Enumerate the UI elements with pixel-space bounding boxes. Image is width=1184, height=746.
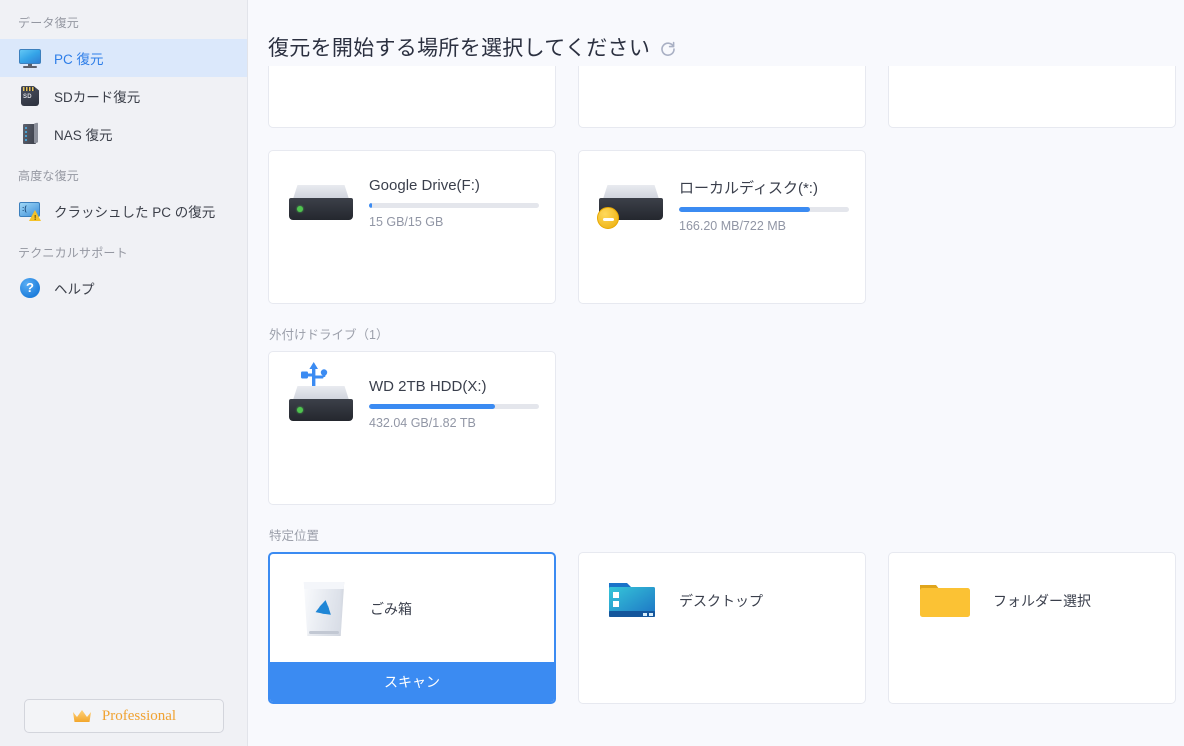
location-card-select-folder[interactable]: フォルダー選択 [888,552,1176,704]
drive-size-text: 15 GB/15 GB [369,215,444,229]
sidebar-group-label-support: テクニカルサポート [18,246,128,260]
location-label: デスクトップ [679,593,763,609]
hard-drive-icon [597,183,663,229]
drive-name: ローカルディスク(*:) [679,180,818,197]
sidebar-item-label: SDカード復元 [54,90,141,105]
sidebar-item-sd-card-recovery[interactable]: SD SDカード復元 [0,77,247,115]
sidebar-group-label-data-recovery: データ復元 [18,16,80,30]
drive-card-samsung-870-qvo[interactable]: SAMSUNG 870 QV⋯ 861.69 GB/931.50 GB [888,66,1176,128]
professional-upgrade-button[interactable]: Professional [24,699,224,733]
page-title: 復元を開始する場所を選択してください [268,37,651,60]
drive-card-local-disk[interactable]: ローカルディスク(*:) 166.20 MB/722 MB [578,150,866,304]
sidebar-item-label: クラッシュした PC の復元 [54,205,216,220]
location-card-desktop[interactable]: デスクトップ [578,552,866,704]
drive-name: WD 2TB HDD(X:) [369,378,487,395]
usb-hard-drive-icon [289,362,353,428]
monitor-icon [18,46,42,70]
folder-icon [917,579,973,623]
sidebar-item-label: NAS 復元 [54,128,113,143]
desktop-folder-icon [607,579,659,623]
refresh-icon[interactable] [659,40,677,58]
drive-card-google-drive-f[interactable]: Google Drive(F:) 15 GB/15 GB [268,150,556,304]
drive-name: Google Drive(F:) [369,177,480,194]
drive-card-wd-2tb-hdd-x[interactable]: WD 2TB HDD(X:) 432.04 GB/1.82 TB [268,351,556,505]
drive-card-windows-c[interactable]: Windows(C:) 234.34 GB/475.96 GB [268,66,556,128]
sidebar-item-help[interactable]: ? ヘルプ [0,269,247,307]
nas-server-icon [18,122,42,146]
recycle-bin-icon [298,580,350,638]
app-root: データ復元 PC 復元 SD SDカード復元 NAS 復元 高度な復元 :(!… [0,0,1184,746]
drive-usage-bar [679,207,849,212]
external-drive-grid: WD 2TB HDD(X:) 432.04 GB/1.82 TB [268,351,1184,505]
specific-location-section-label: 特定位置 [269,529,320,543]
specific-location-grid: ごみ箱 スキャン デスクトップ フォルダー選択 [268,552,1184,704]
drive-scroll-area[interactable]: Windows(C:) 234.34 GB/475.96 GB [248,66,1184,746]
main-content: 復元を開始する場所を選択してください Google Drive(F:) 15 G… [248,0,1184,746]
drive-card-crucial-mx500-d[interactable]: crucial MX500(D:) 669.14 GB/931.51 GB [578,66,866,128]
local-drive-grid: Windows(C:) 234.34 GB/475.96 GB [268,66,1184,304]
crown-icon [72,709,92,723]
scan-button[interactable]: スキャン [270,662,554,702]
location-label: フォルダー選択 [993,593,1091,609]
professional-label: Professional [101,707,177,724]
help-circle-icon: ? [18,276,42,300]
sidebar-item-nas-recovery[interactable]: NAS 復元 [0,115,247,153]
drive-usage-bar [369,404,539,409]
drive-size-text: 166.20 MB/722 MB [679,219,787,233]
hard-drive-icon [289,183,353,227]
sidebar-item-crashed-pc-recovery[interactable]: :( ! クラッシュした PC の復元 [0,192,247,230]
sidebar-group-label-advanced: 高度な復元 [18,169,80,183]
drive-size-text: 432.04 GB/1.82 TB [369,416,476,430]
sidebar: データ復元 PC 復元 SD SDカード復元 NAS 復元 高度な復元 :(!… [0,0,248,746]
page-header: 復元を開始する場所を選択してください [248,0,1184,66]
location-card-recycle-bin[interactable]: ごみ箱 スキャン [268,552,556,704]
sidebar-item-label: ヘルプ [54,282,95,297]
sd-card-icon: SD [18,84,42,108]
external-drive-section-label: 外付けドライブ（1） [269,328,389,342]
sidebar-item-label: PC 復元 [54,52,104,67]
warning-minus-badge-icon [597,207,619,229]
drive-usage-bar [369,203,539,208]
sidebar-item-pc-recovery[interactable]: PC 復元 [0,39,247,77]
crashed-pc-icon: :( ! [18,199,42,223]
location-label: ごみ箱 [370,601,412,617]
